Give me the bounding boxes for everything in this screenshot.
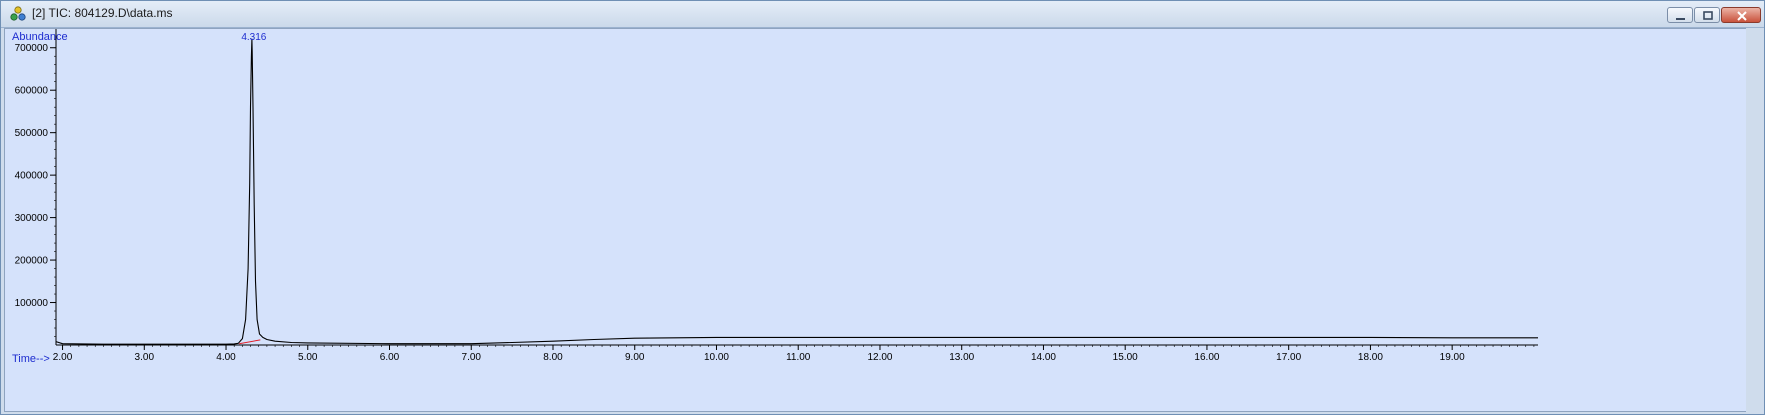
x-tick-label: 5.00 [298,352,318,363]
y-tick-label: 100000 [15,298,49,309]
peak-label: 4.316 [241,32,266,43]
y-tick-label: 500000 [15,128,49,139]
x-tick-label: 19.00 [1440,352,1465,363]
axes: 2.00 3.00 4.00 5.00 6.00 7.00 8.00 9.00 10.00 11.… [15,29,1538,363]
y-tick-label: 300000 [15,213,49,224]
x-tick-label: 17.00 [1276,352,1301,363]
close-button[interactable] [1721,7,1761,23]
y-axis-label: Abundance [12,31,68,43]
x-tick-label: 8.00 [543,352,563,363]
close-icon [1737,11,1747,21]
y-tick-label: 600000 [15,86,49,97]
tic-trace-line [55,38,1538,345]
x-tick-label: 16.00 [1194,352,1219,363]
x-tick-label: 12.00 [867,352,892,363]
x-tick-label: 3.00 [135,352,155,363]
x-tick-label: 6.00 [380,352,400,363]
tic-chromatogram-chart: 2.00 3.00 4.00 5.00 6.00 7.00 8.00 9.00 10.00 11.… [12,29,1538,365]
minimize-button[interactable] [1667,7,1693,23]
x-tick-label: 11.00 [786,352,811,363]
y-tick-label: 200000 [15,256,49,267]
x-tick-label: 2.00 [53,352,73,363]
right-scroll-strip [1746,28,1762,412]
minimize-icon [1676,18,1685,20]
y-tick-label: 700000 [15,43,49,54]
x-tick-label: 15.00 [1113,352,1138,363]
restore-icon [1703,11,1713,20]
x-tick-label: 14.00 [1031,352,1056,363]
y-tick-label: 400000 [15,171,49,182]
x-tick-label: 18.00 [1358,352,1383,363]
x-tick-label: 9.00 [625,352,645,363]
chart-marks: 4.316 [55,32,1538,345]
chromatogram-window: [2] TIC: 804129.D\data.ms 2.00 3.00 4.00 5.… [0,0,1765,415]
x-tick-label: 7.00 [462,352,482,363]
peak-baseline-marker [239,339,261,345]
restore-button[interactable] [1694,7,1720,23]
x-tick-label: 13.00 [949,352,974,363]
x-tick-label: 10.00 [704,352,729,363]
x-tick-label: 4.00 [216,352,236,363]
x-axis-label: Time--> [12,353,50,365]
plot-area[interactable]: 2.00 3.00 4.00 5.00 6.00 7.00 8.00 9.00 10.00 11.… [4,28,1760,412]
title-bar[interactable]: [2] TIC: 804129.D\data.ms [1,1,1764,28]
window-title: [2] TIC: 804129.D\data.ms [32,6,173,20]
chemstation-molecule-icon [10,6,26,21]
